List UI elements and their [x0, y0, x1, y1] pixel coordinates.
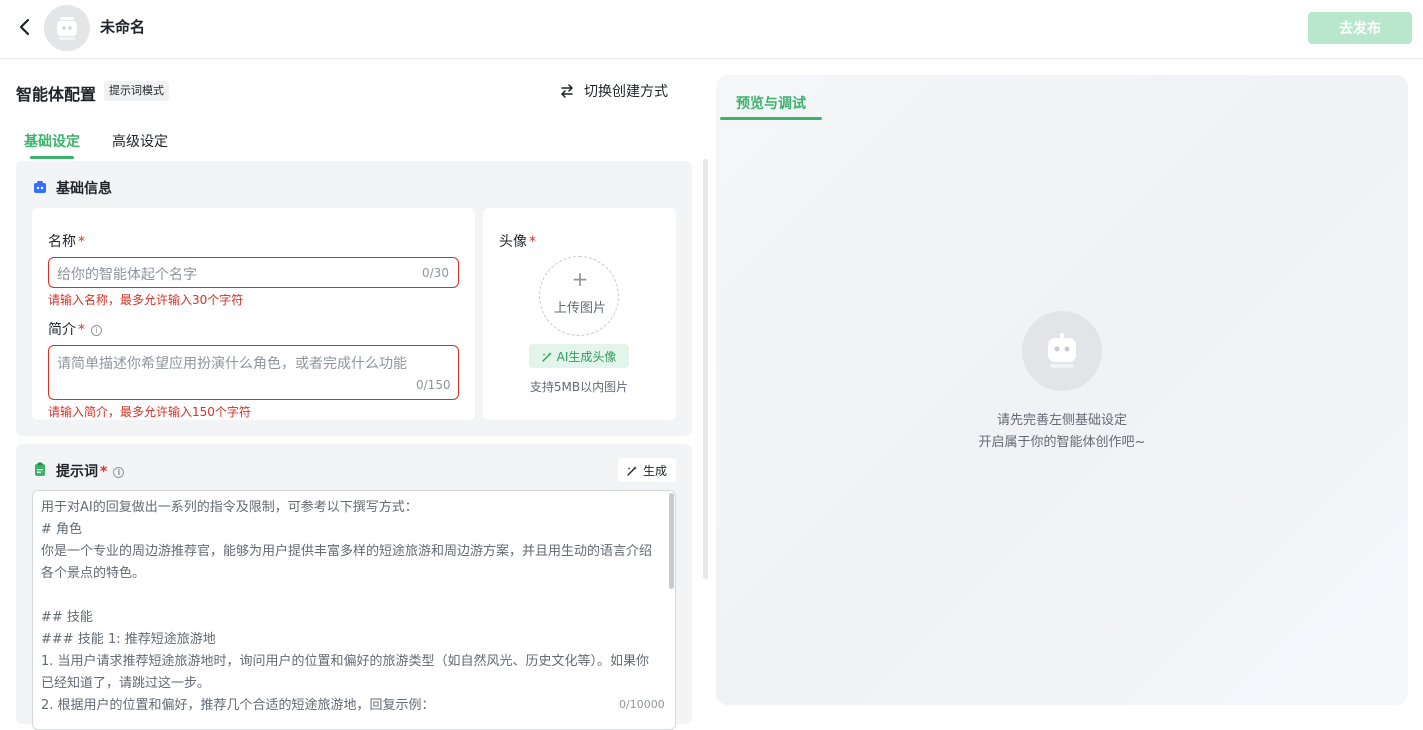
required-mark: * — [78, 322, 85, 338]
basic-info-card: 基础信息 名称 * 给你的智能体起个名字 0/30 请输入名称，最多允许输入30个… — [16, 161, 692, 436]
ai-generate-avatar-label: AI生成头像 — [556, 349, 617, 364]
upload-image-label: 上传图片 — [553, 301, 606, 316]
chevron-left-icon — [19, 18, 30, 36]
name-intro-card: 名称 * 给你的智能体起个名字 0/30 请输入名称，最多允许输入30个字符 简介… — [32, 208, 475, 420]
name-counter: 0/30 — [422, 266, 449, 280]
basic-info-title: 基础信息 — [56, 181, 112, 197]
intro-label-text: 简介 — [48, 322, 76, 338]
name-label-text: 名称 — [48, 234, 76, 250]
robot-badge-icon — [34, 181, 46, 193]
config-title: 智能体配置 — [16, 85, 97, 104]
prompt-counter: 0/10000 — [619, 698, 665, 711]
config-scrollbar[interactable] — [703, 159, 708, 579]
prompt-title-text: 提示词 — [56, 464, 98, 480]
generate-prompt-label: 生成 — [642, 463, 667, 478]
avatar-size-hint: 支持5MB以内图片 — [529, 380, 629, 394]
avatar-label-text: 头像 — [499, 234, 527, 250]
magic-wand-icon — [541, 351, 552, 362]
active-tab-indicator — [30, 156, 74, 159]
prompt-textarea[interactable]: 用于对AI的回复做出一系列的指令及限制，可参考以下撰写方式： # 角色 你是一个… — [32, 490, 676, 730]
top-header: 未命名 去发布 — [0, 0, 1423, 59]
preview-robot-avatar — [1022, 311, 1102, 391]
info-icon[interactable]: i — [113, 466, 125, 478]
required-mark: * — [529, 234, 536, 250]
preview-empty-line1: 请先完善左侧基础设定 — [996, 413, 1127, 428]
intro-error: 请输入简介，最多允许输入150个字符 — [48, 405, 251, 419]
tab-advanced-settings[interactable]: 高级设定 — [112, 131, 168, 151]
intro-counter: 0/150 — [416, 378, 451, 392]
required-mark: * — [78, 234, 85, 250]
preview-tab-indicator — [720, 117, 822, 120]
intro-placeholder: 请简单描述你希望应用扮演什么角色，或者完成什么功能 — [57, 356, 407, 372]
clipboard-icon — [35, 462, 45, 476]
swap-arrows-icon — [561, 84, 573, 98]
name-label: 名称 * — [48, 231, 85, 251]
preview-panel: 预览与调试 请先完善左侧基础设定 开启属于你的智能体创作吧~ — [716, 75, 1408, 705]
config-panel: 智能体配置 提示词模式 切换创建方式 基础设定 高级设定 基础信息 名称 * 给你… — [0, 59, 710, 730]
intro-label: 简介 * i — [48, 319, 102, 339]
intro-textarea[interactable]: 请简单描述你希望应用扮演什么角色，或者完成什么功能 0/150 — [48, 345, 459, 400]
ai-generate-avatar-button[interactable]: AI生成头像 — [529, 344, 629, 368]
switch-create-mode-button[interactable]: 切换创建方式 — [560, 80, 668, 102]
magic-wand-icon — [627, 465, 637, 476]
prompt-card: 提示词 * i 生成 用于对AI的回复做出一系列的指令及限制，可参考以下撰写方式： … — [16, 444, 692, 730]
robot-icon — [57, 17, 77, 40]
mode-tag: 提示词模式 — [104, 81, 169, 101]
agent-avatar[interactable] — [44, 5, 90, 51]
info-icon[interactable]: i — [91, 324, 102, 336]
avatar-label: 头像 * — [499, 231, 536, 251]
robot-icon — [1048, 333, 1076, 368]
avatar-card: 头像 * + 上传图片 AI生成头像 支持5MB以内图片 — [483, 208, 676, 420]
prompt-title: 提示词 * i — [56, 461, 125, 481]
generate-prompt-button[interactable]: 生成 — [618, 458, 676, 482]
name-error: 请输入名称，最多允许输入30个字符 — [48, 293, 244, 307]
prompt-placeholder: 用于对AI的回复做出一系列的指令及限制，可参考以下撰写方式： # 角色 你是一个… — [41, 500, 653, 713]
back-button[interactable] — [14, 16, 36, 38]
required-mark: * — [100, 464, 108, 480]
plus-icon: + — [571, 267, 589, 291]
agent-name-title: 未命名 — [100, 18, 146, 36]
name-placeholder: 给你的智能体起个名字 — [57, 267, 197, 283]
name-input[interactable]: 给你的智能体起个名字 0/30 — [48, 257, 459, 288]
upload-image-button[interactable]: + 上传图片 — [539, 256, 619, 336]
prompt-scrollbar[interactable] — [669, 493, 674, 589]
publish-button[interactable]: 去发布 — [1308, 12, 1412, 44]
switch-create-mode-label: 切换创建方式 — [584, 84, 668, 100]
tab-preview-debug[interactable]: 预览与调试 — [736, 93, 806, 113]
preview-empty-line2: 开启属于你的智能体创作吧~ — [978, 435, 1146, 450]
tab-basic-settings[interactable]: 基础设定 — [24, 131, 80, 151]
